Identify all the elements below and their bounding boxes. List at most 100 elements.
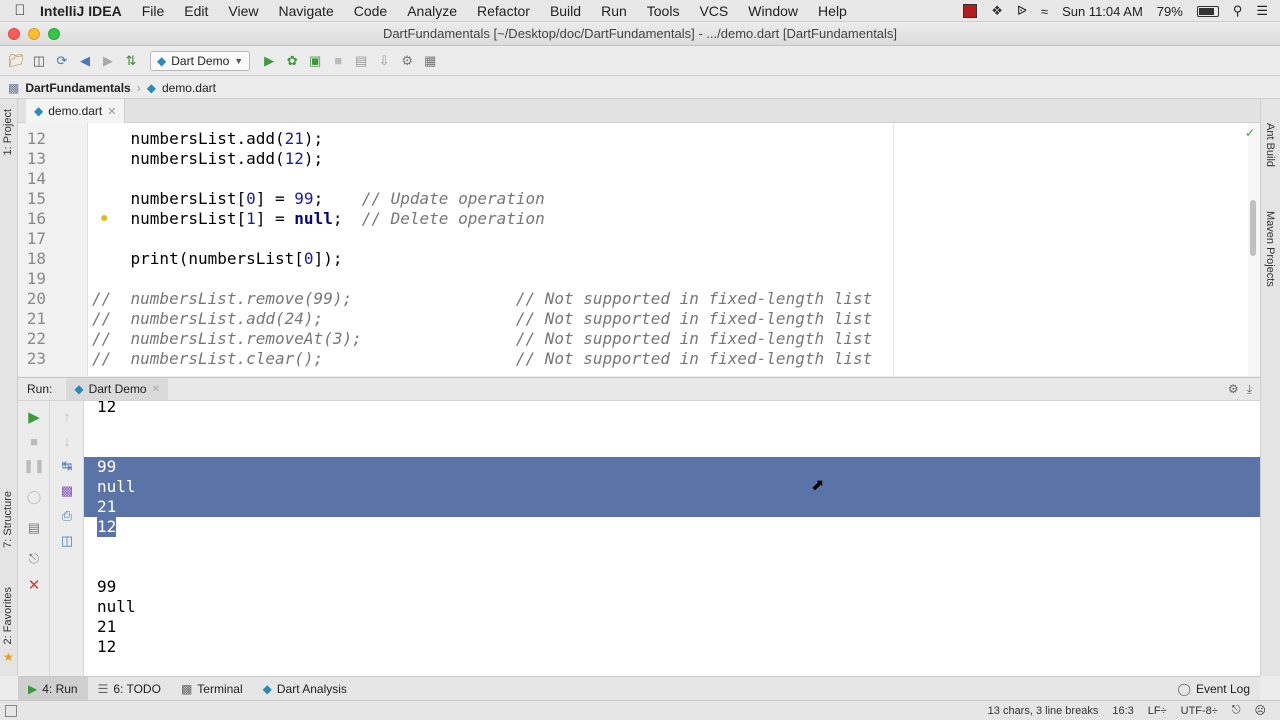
scroll-thumb[interactable] <box>1250 200 1256 256</box>
menu-tools[interactable]: Tools <box>647 3 680 19</box>
trash-icon[interactable]: ◫ <box>57 531 77 551</box>
stop-icon[interactable]: ■ <box>328 51 348 71</box>
close-tab-icon[interactable]: ✕ <box>152 384 160 395</box>
settings-icon[interactable]: ⚙ <box>397 51 417 71</box>
tool-ant-build[interactable]: Ant Build <box>1264 123 1276 167</box>
code-line[interactable]: numbersList.add(12); <box>92 149 324 169</box>
zoom-window-button[interactable] <box>48 28 60 40</box>
run-tab[interactable]: ◆ Dart Demo ✕ <box>66 378 168 400</box>
editor-scrollbar[interactable] <box>1248 123 1260 376</box>
menu-view[interactable]: View <box>228 3 258 19</box>
coverage-icon[interactable]: ▣ <box>305 51 325 71</box>
hide-panel-icon[interactable]: ⤓ <box>1247 382 1252 397</box>
close-tab-icon[interactable]: ✕ <box>107 105 116 118</box>
battery-percent[interactable]: 79% <box>1157 4 1183 19</box>
menu-refactor[interactable]: Refactor <box>477 3 530 19</box>
minimize-window-button[interactable] <box>28 28 40 40</box>
menu-run[interactable]: Run <box>601 3 627 19</box>
recording-icon[interactable] <box>963 4 978 18</box>
bluetooth-icon[interactable]: ᐉ <box>1017 3 1027 19</box>
lightbulb-icon[interactable]: ● <box>100 209 108 225</box>
inspection-ok-icon[interactable]: ✓ <box>1245 126 1255 140</box>
forward-icon[interactable]: ▶ <box>98 51 118 71</box>
dropbox-icon[interactable]: ❖ <box>991 3 1003 19</box>
menu-build[interactable]: Build <box>550 3 581 19</box>
scroll-to-end-icon[interactable]: ▩ <box>57 481 77 501</box>
back-icon[interactable]: ◀ <box>75 51 95 71</box>
vcs-icon[interactable]: ⇩ <box>374 51 394 71</box>
wifi-icon[interactable]: ≈ <box>1041 4 1048 19</box>
spotlight-icon[interactable]: ⚲ <box>1233 3 1243 19</box>
inspector-icon[interactable]: ☹ <box>1255 704 1266 717</box>
breadcrumb-file[interactable]: demo.dart <box>162 81 216 95</box>
code-editor[interactable]: numbersList.add(21); numbersList.add(12)… <box>88 123 1248 376</box>
tool-structure[interactable]: 7: Structure <box>2 491 14 548</box>
tab-terminal[interactable]: ▩ Terminal <box>171 677 253 701</box>
console-line: null <box>97 597 136 616</box>
clock[interactable]: Sun 11:04 AM <box>1062 4 1143 19</box>
lock-icon[interactable]: ⎋ <box>1232 704 1241 717</box>
code-line[interactable]: // numbersList.removeAt(3); // Not suppo… <box>92 329 872 349</box>
tab-demo-dart[interactable]: ◆ demo.dart ✕ <box>26 99 126 123</box>
caret-position[interactable]: 16:3 <box>1112 705 1133 717</box>
menu-code[interactable]: Code <box>354 3 387 19</box>
toggle-tool-windows-icon[interactable] <box>5 705 17 717</box>
debug-icon[interactable]: ✿ <box>282 51 302 71</box>
battery-icon[interactable] <box>1196 5 1219 17</box>
dump-threads-icon[interactable]: ◯ <box>24 487 44 507</box>
notification-center-icon[interactable]: ☰ <box>1256 3 1268 19</box>
breadcrumb-project[interactable]: DartFundamentals <box>25 81 130 95</box>
line-number: 21 <box>26 309 46 328</box>
console-output[interactable]: 12 99 null 21 12 99 null 21 12 ⬈ <box>84 401 1260 676</box>
code-line[interactable]: print(numbersList[0]); <box>92 249 343 269</box>
tool-maven-projects[interactable]: Maven Projects <box>1264 211 1276 287</box>
console-line: 99 <box>97 577 117 596</box>
code-line[interactable]: numbersList.add(21); <box>92 129 324 149</box>
pin-icon[interactable]: ⎋ <box>24 549 44 569</box>
editor-gutter: 12 13 14 15 16 17 18 19 20 21 22 23 <box>18 123 88 376</box>
soft-wrap-icon[interactable]: ↹ <box>57 456 77 476</box>
code-line[interactable]: // numbersList.clear(); // Not supported… <box>92 349 872 369</box>
print-icon[interactable]: ⎙ <box>57 506 77 526</box>
project-structure-icon[interactable]: ▤ <box>351 51 371 71</box>
code-line[interactable]: // numbersList.remove(99); // Not suppor… <box>92 289 872 309</box>
restore-layout-icon[interactable]: ▤ <box>24 518 44 538</box>
code-line[interactable]: numbersList[1] = null; // Delete operati… <box>92 209 545 229</box>
run-icon[interactable]: ▶ <box>259 51 279 71</box>
build-icon[interactable]: ⇅ <box>121 51 141 71</box>
menu-navigate[interactable]: Navigate <box>278 3 333 19</box>
tab-todo[interactable]: ☰ 6: TODO <box>88 677 171 701</box>
settings-icon[interactable]: ⚙ <box>1228 382 1239 396</box>
menu-vcs[interactable]: VCS <box>699 3 728 19</box>
stop-icon[interactable]: ■ <box>24 431 44 451</box>
apple-icon[interactable]:  <box>0 2 40 19</box>
tab-run[interactable]: ▶ 4: Run <box>18 676 88 701</box>
code-line[interactable]: // numbersList.add(24); // Not supported… <box>92 309 872 329</box>
tool-favorites[interactable]: 2: Favorites <box>2 587 14 644</box>
tool-project[interactable]: 1: Project <box>2 109 14 155</box>
tab-event-log[interactable]: ◯ Event Log <box>1168 677 1260 701</box>
file-encoding[interactable]: UTF-8÷ <box>1181 705 1218 717</box>
rerun-icon[interactable]: ▶ <box>24 407 44 427</box>
pause-icon[interactable]: ❚❚ <box>23 456 45 476</box>
down-arrow-icon[interactable]: ↓ <box>57 431 77 451</box>
menu-analyze[interactable]: Analyze <box>407 3 457 19</box>
tab-terminal-label: Terminal <box>197 681 243 696</box>
menu-edit[interactable]: Edit <box>184 3 208 19</box>
tab-dart-analysis[interactable]: ◆ Dart Analysis <box>253 677 357 701</box>
menu-window[interactable]: Window <box>748 3 798 19</box>
close-icon[interactable]: ✕ <box>24 575 44 595</box>
up-arrow-icon[interactable]: ↑ <box>57 406 77 426</box>
sync-icon[interactable]: ⟳ <box>52 51 72 71</box>
open-folder-icon[interactable]: 📁︎ <box>6 51 26 71</box>
right-tool-strip: Ant Build Maven Projects <box>1260 99 1280 676</box>
run-config-selector[interactable]: ◆ Dart Demo ▼ <box>150 50 251 71</box>
line-separator[interactable]: LF÷ <box>1148 705 1167 717</box>
sdk-manager-icon[interactable]: ▦ <box>420 51 440 71</box>
menu-help[interactable]: Help <box>818 3 847 19</box>
menu-file[interactable]: File <box>142 3 165 19</box>
code-line[interactable]: numbersList[0] = 99; // Update operation <box>92 189 545 209</box>
app-menu[interactable]: IntelliJ IDEA <box>40 3 122 19</box>
close-window-button[interactable] <box>8 28 20 40</box>
save-all-icon[interactable]: ◫ <box>29 51 49 71</box>
